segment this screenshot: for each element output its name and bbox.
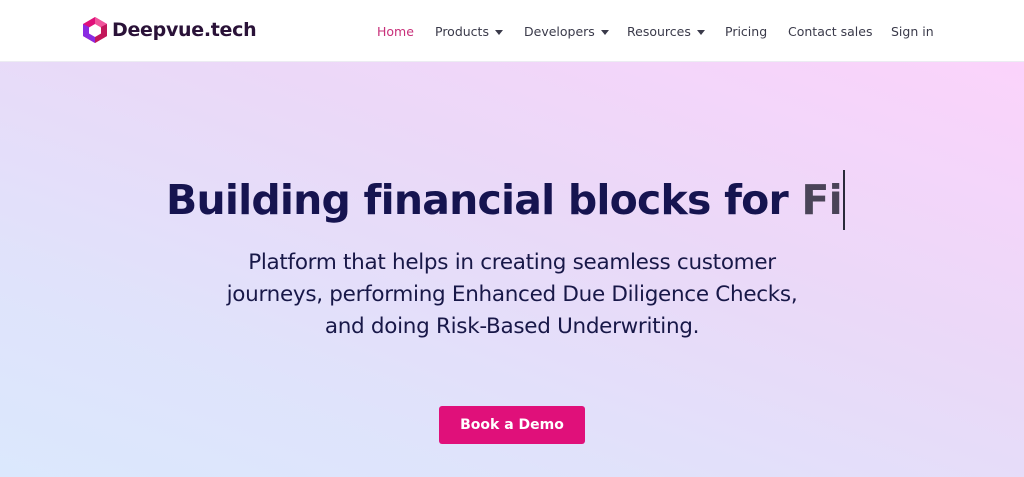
- nav-item-label: Home: [377, 23, 414, 39]
- subtext-line: Platform that helps in creating seamless…: [248, 250, 776, 275]
- nav-item-label: Sign in: [891, 23, 934, 39]
- nav-item-pricing[interactable]: Pricing: [725, 22, 767, 40]
- nav-item-resources[interactable]: Resources: [627, 22, 705, 40]
- nav-item-sign-in[interactable]: Sign in: [891, 22, 934, 40]
- nav-item-contact-sales[interactable]: Contact sales: [788, 22, 872, 40]
- site-header: Deepvue.tech Home Products Developers Re…: [0, 0, 1024, 62]
- nav-item-home[interactable]: Home: [377, 22, 414, 40]
- subtext-line: and doing Risk-Based Underwriting.: [324, 314, 700, 339]
- nav-item-label: Developers: [524, 23, 595, 39]
- nav-item-label: Pricing: [725, 23, 768, 39]
- chevron-down-icon: [696, 29, 705, 35]
- hero-section: Building financial blocks for Fi Platfor…: [0, 62, 1024, 477]
- book-demo-button[interactable]: Book a Demo: [439, 406, 585, 444]
- nav-item-label: Resources: [627, 23, 691, 39]
- typing-cursor: [842, 170, 845, 230]
- nav-item-developers[interactable]: Developers: [524, 22, 609, 40]
- hero-subtext: Platform that helps in creating seamless…: [150, 247, 874, 343]
- chevron-down-icon: [494, 29, 503, 35]
- main-nav: Home Products Developers Resources Prici…: [0, 0, 1024, 62]
- chevron-down-icon: [600, 29, 609, 35]
- subtext-line: journeys, performing Enhanced Due Dilige…: [226, 282, 798, 307]
- nav-item-label: Contact sales: [788, 23, 873, 39]
- headline-static-text: Building financial blocks for: [166, 176, 802, 224]
- headline-typed-text: Fi: [801, 176, 842, 224]
- hero-headline: Building financial blocks for Fi: [166, 170, 845, 230]
- nav-item-label: Products: [435, 23, 489, 39]
- nav-item-products[interactable]: Products: [435, 22, 503, 40]
